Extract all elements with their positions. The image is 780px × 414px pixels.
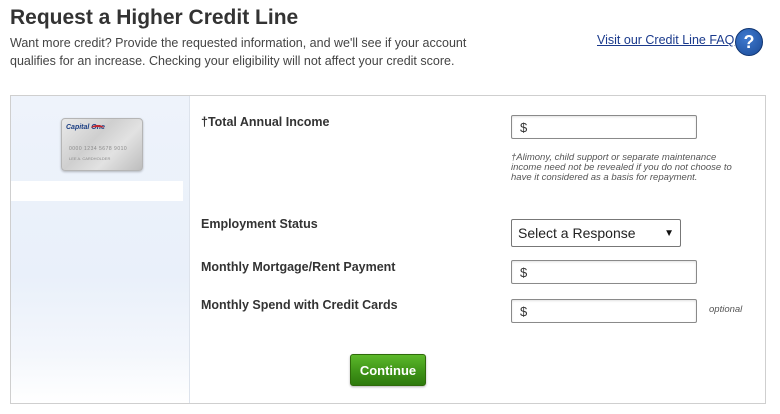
page-title: Request a Higher Credit Line	[10, 6, 299, 29]
card-sidebar: Capital One 0000 1234 5678 9010 LEE A. C…	[11, 96, 190, 403]
card-holder-name: LEE A. CARDHOLDER	[69, 156, 111, 161]
employment-status-value: Select a Response	[518, 225, 636, 241]
income-value: $	[520, 119, 528, 135]
credit-card-image: Capital One 0000 1234 5678 9010 LEE A. C…	[61, 118, 143, 171]
sidebar-strip	[11, 181, 183, 201]
help-symbol: ?	[743, 31, 755, 52]
dropdown-arrow-icon: ▼	[664, 227, 674, 239]
optional-hint: optional	[709, 304, 743, 315]
spend-value: $	[520, 303, 528, 319]
total-annual-income-label: †Total Annual Income	[201, 115, 330, 129]
help-icon[interactable]: ?	[735, 28, 763, 56]
card-number: 0000 1234 5678 9010	[69, 146, 128, 152]
monthly-spend-label: Monthly Spend with Credit Cards	[201, 298, 398, 312]
card-swoosh-icon	[91, 125, 104, 131]
total-annual-income-input[interactable]: $	[511, 115, 697, 139]
credit-line-form-panel: Capital One 0000 1234 5678 9010 LEE A. C…	[10, 95, 766, 404]
employment-status-select[interactable]: Select a Response ▼	[511, 219, 681, 247]
employment-status-label: Employment Status	[201, 217, 318, 231]
intro-text: Want more credit? Provide the requested …	[10, 36, 467, 68]
credit-line-faq-link[interactable]: Visit our Credit Line FAQ	[597, 33, 734, 47]
continue-button[interactable]: Continue	[350, 354, 426, 386]
alimony-note: †Alimony, child support or separate main…	[511, 152, 732, 183]
monthly-spend-input[interactable]: $	[511, 299, 697, 323]
mortgage-value: $	[520, 264, 528, 280]
monthly-mortgage-rent-input[interactable]: $	[511, 260, 697, 284]
monthly-mortgage-rent-label: Monthly Mortgage/Rent Payment	[201, 260, 396, 274]
